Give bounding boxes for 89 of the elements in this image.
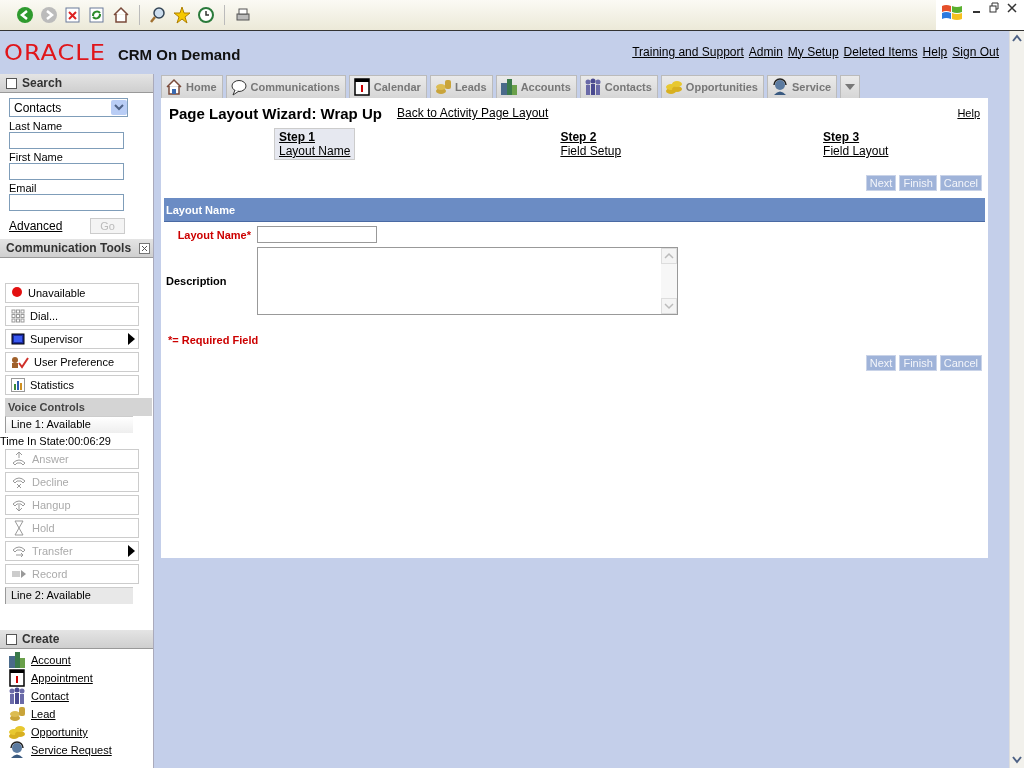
back-link[interactable]: Back to Activity Page Layout	[396, 106, 549, 120]
status-dot-icon	[11, 286, 23, 300]
caret-icon	[844, 82, 857, 92]
close-icon[interactable]	[1007, 2, 1017, 14]
buildings-icon	[499, 78, 518, 96]
product-name: CRM On Demand	[117, 46, 241, 63]
communication-tool-item[interactable]: Statistics	[5, 375, 139, 395]
speech-bubble-icon	[229, 78, 248, 96]
panel-title: Search	[22, 76, 63, 90]
phone-up-arrow-icon	[11, 451, 27, 467]
step-number-link[interactable]: Step 1	[279, 130, 315, 144]
step-name-link[interactable]: Field Setup	[560, 144, 622, 158]
record-type-dropdown[interactable]: Contacts	[9, 98, 128, 117]
headset-person-icon	[770, 78, 789, 96]
create-link[interactable]: Service Request	[31, 744, 112, 756]
communication-tool-item[interactable]: Unavailable	[5, 283, 139, 303]
phone-x-icon	[11, 474, 27, 490]
collapse-icon[interactable]	[6, 77, 17, 89]
coins-icon	[664, 78, 683, 96]
restore-icon[interactable]	[989, 2, 999, 14]
search-input-field[interactable]	[9, 194, 124, 211]
header-link[interactable]: Admin	[748, 44, 783, 59]
create-link[interactable]: Lead	[31, 708, 56, 720]
field-label: Email	[9, 182, 38, 194]
field-label: Description	[165, 275, 228, 287]
more-tabs-button[interactable]	[840, 75, 861, 98]
coins-icon	[8, 723, 26, 741]
star-icon[interactable]	[173, 6, 191, 24]
headset-person-icon	[8, 741, 26, 759]
scrollbar[interactable]	[1009, 31, 1024, 768]
step-name-link[interactable]: Layout Name	[279, 144, 351, 158]
step-number-link[interactable]: Step 3	[823, 130, 860, 144]
line-tab[interactable]: Line 1: Available	[5, 416, 133, 433]
search-icon[interactable]	[149, 6, 167, 24]
communication-tool-item[interactable]: Supervisor	[5, 329, 139, 349]
printer-icon[interactable]	[234, 6, 252, 24]
refresh-icon[interactable]	[88, 6, 106, 24]
text-input-field[interactable]	[257, 226, 377, 243]
header-link[interactable]: My Setup	[787, 44, 839, 59]
create-link[interactable]: Account	[31, 654, 71, 666]
communication-tool-item[interactable]: Dial...	[5, 306, 139, 326]
search-input-field[interactable]	[9, 163, 124, 180]
create-link[interactable]: Contact	[31, 690, 69, 702]
section-header: Voice Controls	[5, 398, 152, 416]
home-icon[interactable]	[112, 6, 130, 24]
calendar-icon	[8, 669, 26, 687]
hourglass-icon	[11, 520, 27, 536]
step-number-link[interactable]: Step 2	[560, 130, 597, 144]
phone-down-arrow-icon	[11, 497, 27, 513]
field-label: Layout Name*	[176, 228, 251, 241]
history-icon[interactable]	[197, 6, 215, 24]
header-link[interactable]: Deleted Items	[843, 44, 918, 59]
header-link[interactable]: Help	[922, 44, 948, 59]
step-name-link[interactable]: Field Layout	[823, 144, 889, 158]
monitor-icon	[11, 332, 25, 346]
time-in-state: Time In State:00:06:29	[0, 435, 112, 447]
calendar-icon	[352, 78, 371, 96]
dropdown-value: Contacts	[14, 100, 62, 115]
required-field-note: *= Required Field	[168, 334, 260, 346]
header-link[interactable]: Training and Support	[632, 44, 744, 59]
panel-title: Communication Tools	[6, 241, 132, 255]
field-label: First Name	[9, 151, 64, 163]
coins-question-icon	[8, 705, 26, 723]
phone-arrow-icon	[11, 543, 27, 559]
advanced-link[interactable]: Advanced	[9, 219, 63, 233]
create-link[interactable]: Opportunity	[31, 726, 88, 738]
person-check-icon	[11, 355, 29, 369]
close-icon[interactable]	[139, 242, 150, 254]
stop-icon[interactable]	[64, 6, 82, 24]
header-link[interactable]: Sign Out	[952, 44, 999, 59]
search-input-field[interactable]	[9, 132, 124, 149]
collapse-icon[interactable]	[6, 633, 17, 645]
field-label: Last Name	[9, 120, 64, 132]
oracle-logo: ORACLE	[4, 40, 106, 65]
house-icon	[165, 78, 183, 96]
bar-chart-icon	[11, 378, 25, 392]
line-tab[interactable]: Line 2: Available	[5, 587, 133, 604]
panel-title: Create	[22, 632, 60, 646]
coins-question-icon	[433, 78, 452, 96]
help-link[interactable]: Help	[957, 107, 980, 119]
section-header: Layout Name	[164, 198, 985, 222]
back-icon[interactable]	[16, 6, 34, 24]
communication-tool-item[interactable]: User Preference	[5, 352, 139, 372]
buildings-icon	[8, 651, 26, 669]
page-title: Page Layout Wizard: Wrap Up	[169, 104, 382, 122]
people-icon	[8, 687, 26, 705]
keypad-icon	[11, 309, 25, 323]
create-link[interactable]: Appointment	[31, 672, 93, 684]
people-icon	[583, 78, 602, 96]
